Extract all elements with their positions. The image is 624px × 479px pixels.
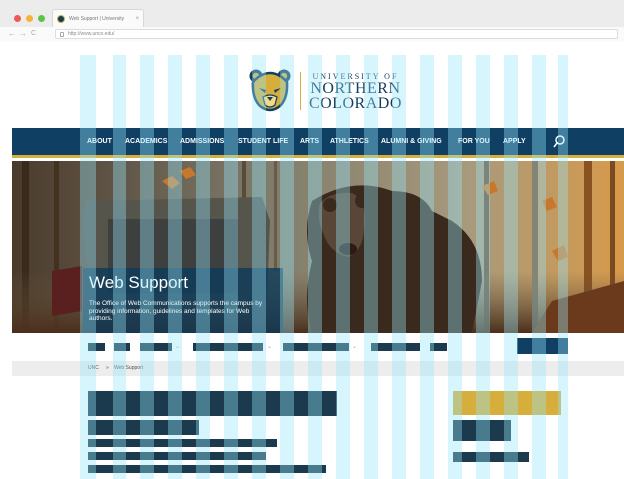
window-controls — [14, 15, 45, 22]
grid-column-overlay — [252, 55, 266, 479]
maximize-window-button[interactable] — [38, 15, 45, 22]
favicon-icon — [57, 14, 65, 23]
grid-column-overlay — [196, 55, 210, 479]
grid-column-overlay — [308, 55, 322, 479]
breadcrumb-separator: » — [106, 365, 109, 371]
university-wordmark[interactable]: UNIVERSITY OF NORTHERN COLORADO — [309, 72, 402, 112]
wordmark-line-3: COLORADO — [309, 95, 402, 112]
grid-column-overlay — [336, 55, 350, 479]
browser-tab[interactable]: Web Support | University × — [52, 9, 144, 27]
tab-close-icon[interactable]: × — [135, 16, 139, 22]
grid-column-overlay — [140, 55, 154, 479]
wordmark-line-2: NORTHERN — [310, 80, 401, 97]
grid-column-overlay — [448, 55, 462, 479]
grid-column-overlay — [532, 55, 546, 479]
minimize-window-button[interactable] — [26, 15, 33, 22]
grid-column-overlay — [392, 55, 406, 479]
grid-column-overlay — [168, 55, 182, 479]
lock-icon — [60, 31, 64, 37]
url-text[interactable]: http://www.unco.edu/ — [68, 31, 114, 37]
grid-column-overlay — [364, 55, 378, 479]
forward-icon[interactable]: → — [19, 29, 27, 39]
grid-column-overlay — [113, 55, 126, 479]
grid-column-overlay — [280, 55, 294, 479]
grid-column-overlay — [420, 55, 434, 479]
tab-title: Web Support | University — [69, 15, 125, 22]
chevron-down-icon: ⌄ — [352, 344, 358, 350]
close-window-button[interactable] — [14, 15, 21, 22]
grid-column-overlay — [80, 55, 96, 479]
chevron-down-icon: ⌄ — [267, 344, 273, 350]
grid-column-overlay — [224, 55, 238, 479]
grid-column-overlay — [504, 55, 518, 479]
browser-window: Web Support | University × ← → C http://… — [0, 0, 624, 479]
address-bar[interactable]: http://www.unco.edu/ — [55, 29, 618, 39]
grid-column-overlay — [476, 55, 490, 479]
grid-column-overlay — [558, 55, 568, 479]
back-icon[interactable]: ← — [8, 29, 16, 39]
reload-icon[interactable]: C — [31, 29, 36, 39]
logo-divider — [300, 72, 301, 110]
